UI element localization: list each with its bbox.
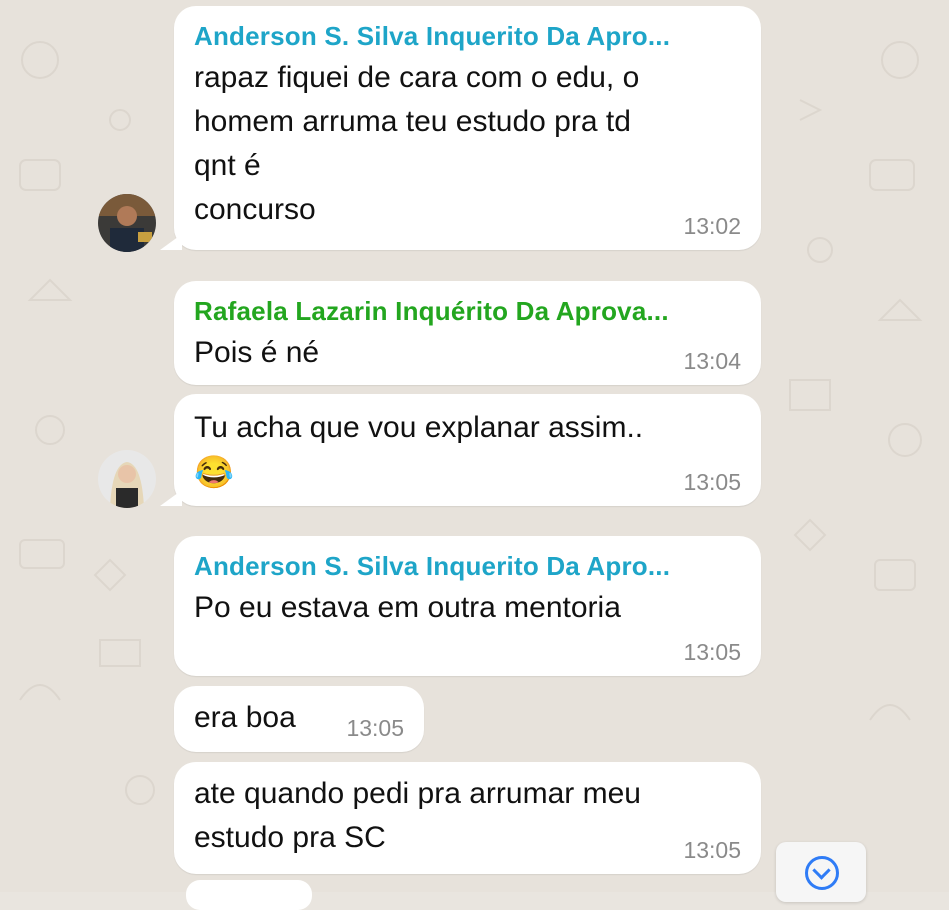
message-bubble[interactable]: Tu acha que vou explanar assim.. 😂 13:05 [160, 394, 761, 506]
avatar[interactable] [98, 450, 156, 508]
message-bubble[interactable]: Anderson S. Silva Inquerito Da Apro... r… [160, 6, 761, 250]
message-bubble[interactable]: Rafaela Lazarin Inquérito Da Aprova... P… [174, 281, 761, 385]
avatar[interactable] [98, 194, 156, 252]
sender-name[interactable]: Rafaela Lazarin Inquérito Da Aprova... [194, 295, 741, 327]
scroll-to-bottom-button[interactable] [776, 842, 866, 902]
message-text: Tu acha que vou explanar assim.. [194, 411, 644, 444]
laughing-emoji-icon: 😂 [194, 454, 234, 490]
message-time: 13:05 [683, 469, 741, 495]
message-time: 13:05 [346, 715, 404, 741]
message-text: ate quando pedi pra arrumar meu estudo p… [194, 777, 641, 854]
avatar-photo [98, 450, 156, 508]
message-text: rapaz fiquei de cara com o edu, o homem … [194, 61, 640, 226]
message-text: Pois é né [194, 336, 320, 369]
sender-name[interactable]: Anderson S. Silva Inquerito Da Apro... [194, 550, 741, 582]
message-time: 13:04 [683, 348, 741, 374]
message-bubble-partial[interactable] [186, 880, 312, 910]
message-time: 13:05 [683, 837, 741, 863]
message-text: Po eu estava em outra mentoria [194, 591, 621, 624]
avatar-photo [98, 194, 156, 252]
message-bubble[interactable]: Anderson S. Silva Inquerito Da Apro... P… [174, 536, 761, 676]
message-time: 13:02 [683, 213, 741, 239]
message-time: 13:05 [683, 639, 741, 665]
message-bubble[interactable]: ate quando pedi pra arrumar meu estudo p… [174, 762, 761, 874]
message-bubble[interactable]: era boa 13:05 [174, 686, 424, 752]
sender-name[interactable]: Anderson S. Silva Inquerito Da Apro... [194, 20, 741, 52]
